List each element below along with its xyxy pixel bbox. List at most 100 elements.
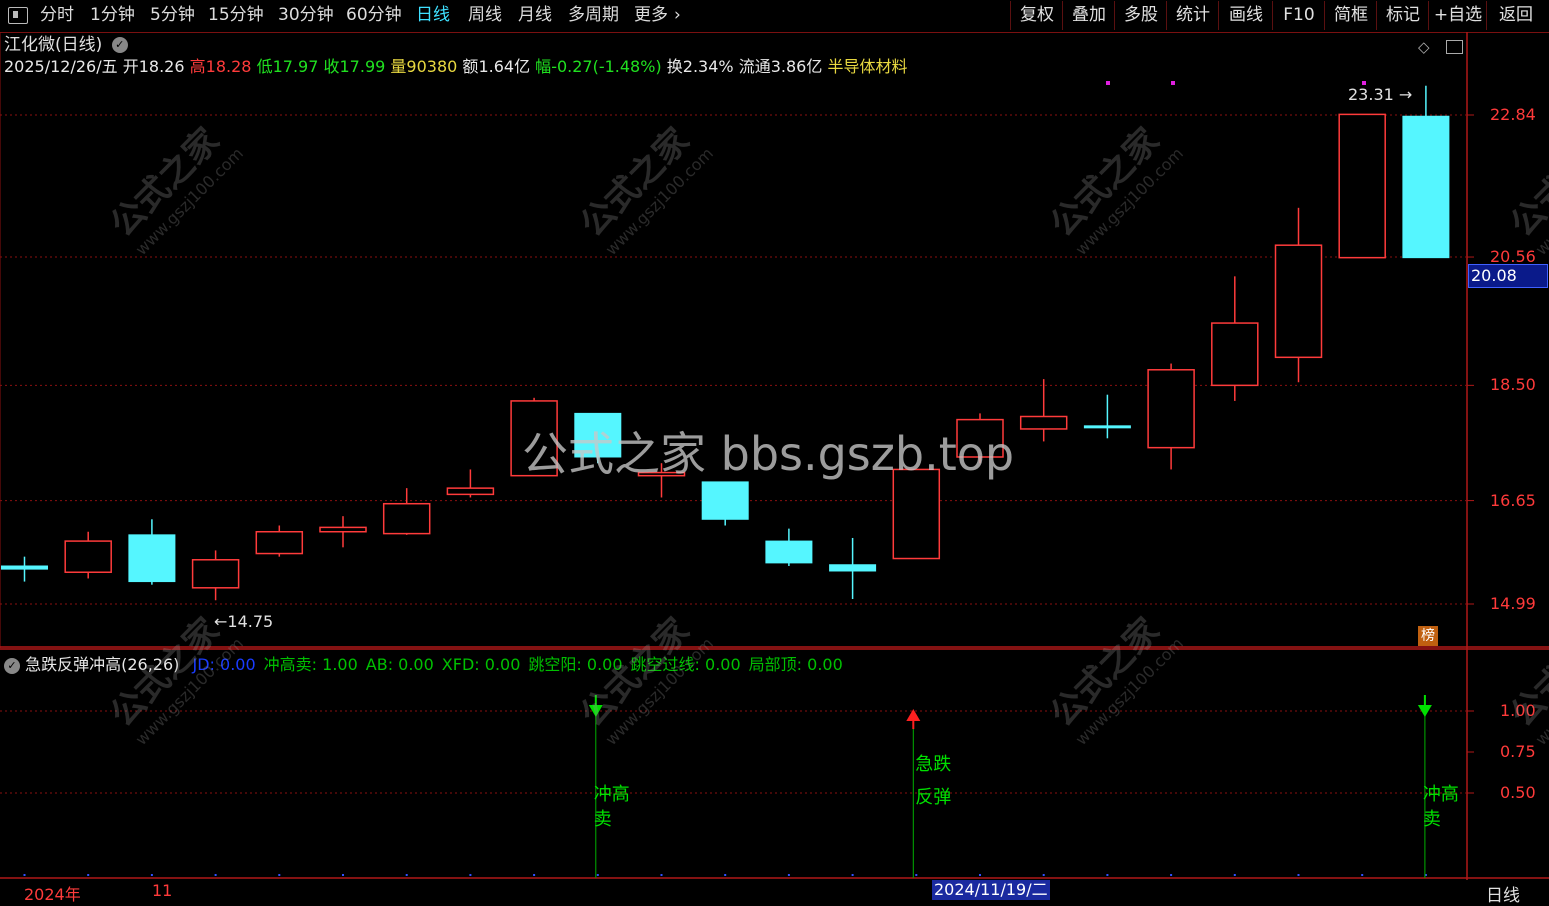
toolbar-button-4[interactable]: 画线 xyxy=(1218,1,1273,30)
candlestick-chart[interactable] xyxy=(0,32,1549,648)
cursor-date-label: 2024/11/19/二 xyxy=(932,880,1050,900)
tab-period-2[interactable]: 5分钟 xyxy=(150,0,195,31)
tab-period-0[interactable]: 分时 xyxy=(40,0,74,31)
more-arrow-icon[interactable]: › xyxy=(674,0,681,31)
toolbar-button-9[interactable]: 返回 xyxy=(1486,1,1545,30)
candle-body xyxy=(1019,415,1068,430)
candle-body xyxy=(64,540,112,573)
candle xyxy=(446,469,495,498)
baseline-dot xyxy=(851,874,854,876)
toolbar-button-1[interactable]: 叠加 xyxy=(1062,1,1115,30)
signal-text: 冲高卖 xyxy=(1422,784,1459,830)
baseline-dot xyxy=(150,874,153,876)
candle-body xyxy=(1338,113,1386,259)
candle-body xyxy=(255,530,304,555)
period-toolbar: 分时 1分钟 5分钟 15分钟 30分钟 60分钟 日线 周线 月线 多周期 更多 › 复权 叠加 多股统… xyxy=(0,0,1549,33)
center-watermark: 公式之家 bbs.gszb.top xyxy=(522,427,1015,481)
indicator-axis-label: 0.50 xyxy=(1500,783,1536,802)
baseline-dot xyxy=(660,874,663,876)
tab-period-4[interactable]: 30分钟 xyxy=(278,0,334,31)
signal-text: 冲高卖 xyxy=(593,784,630,830)
high-annotation: 23.31 → xyxy=(1348,85,1412,104)
candle xyxy=(128,519,176,585)
tab-period-7[interactable]: 周线 xyxy=(468,0,502,31)
tab-period-8[interactable]: 月线 xyxy=(518,0,552,31)
candle xyxy=(1147,363,1195,470)
candle xyxy=(319,516,367,548)
tab-period-10[interactable]: 更多 xyxy=(634,0,668,31)
candle-body xyxy=(1211,322,1259,387)
candle xyxy=(255,525,304,557)
candle-body xyxy=(446,487,495,496)
tab-period-1[interactable]: 1分钟 xyxy=(90,0,135,31)
current-price-tag: 20.08 xyxy=(1468,264,1548,288)
candle xyxy=(1274,207,1323,383)
rank-badge[interactable]: 榜 xyxy=(1418,626,1438,646)
marker-dot xyxy=(1171,81,1175,85)
price-axis-label: 18.50 xyxy=(1490,375,1536,395)
baseline-dot xyxy=(214,874,217,876)
baseline-dot xyxy=(596,874,599,876)
candle xyxy=(1338,113,1386,259)
candle-body xyxy=(128,534,176,583)
marker-dot xyxy=(1106,81,1110,85)
baseline-dot xyxy=(405,874,408,876)
price-axis-label: 22.84 xyxy=(1490,105,1536,124)
arrow-left-icon: ← xyxy=(214,612,228,631)
window-toggle-icon[interactable] xyxy=(8,7,28,24)
low-annotation-value: 14.75 xyxy=(227,612,274,631)
baseline-dot xyxy=(1170,874,1173,876)
toolbar-button-2[interactable]: 多股 xyxy=(1114,1,1167,30)
indicator-axis-label: 0.75 xyxy=(1500,742,1536,761)
baseline-dot xyxy=(342,874,344,876)
candle xyxy=(701,481,749,526)
high-annotation-value: 23.31 xyxy=(1348,85,1394,104)
baseline-dot xyxy=(1106,874,1109,876)
baseline-dot xyxy=(787,874,790,876)
baseline-dot xyxy=(469,874,472,876)
toolbar-button-7[interactable]: 标记 xyxy=(1376,1,1429,30)
tab-period-6[interactable]: 日线 xyxy=(416,0,450,31)
candle-body xyxy=(1402,115,1450,259)
price-axis-label: 14.99 xyxy=(1490,594,1536,613)
candle xyxy=(382,488,431,535)
month-label: 11 xyxy=(152,881,173,900)
baseline-dot xyxy=(1361,874,1364,876)
candle-body xyxy=(1274,244,1323,359)
candle-body xyxy=(1,565,48,570)
tab-period-5[interactable]: 60分钟 xyxy=(346,0,402,31)
toolbar-button-5[interactable]: F10 xyxy=(1272,1,1325,30)
toolbar-button-8[interactable]: +自选 xyxy=(1428,1,1487,30)
candle xyxy=(191,550,240,601)
candle xyxy=(765,528,813,567)
toolbar-button-6[interactable]: 简框 xyxy=(1324,1,1377,30)
indicator-chart[interactable] xyxy=(0,648,1549,900)
signal-text: 急跌反弹 xyxy=(915,754,952,808)
baseline-dot xyxy=(1297,874,1300,876)
candle xyxy=(1,556,48,582)
baseline-dot xyxy=(533,874,536,876)
price-axis-label: 16.65 xyxy=(1490,490,1536,510)
candle xyxy=(829,537,877,600)
baseline-dot xyxy=(87,874,90,876)
candle-body xyxy=(1083,425,1131,429)
candle-body xyxy=(765,540,813,564)
indicator-axis-label: 1.00 xyxy=(1500,701,1536,720)
candle-body xyxy=(829,564,877,572)
baseline-dot xyxy=(979,874,981,876)
candle xyxy=(1083,394,1131,439)
year-label: 2024年 xyxy=(24,885,81,904)
toolbar-button-3[interactable]: 统计 xyxy=(1166,1,1219,30)
tab-period-9[interactable]: 多周期 xyxy=(568,0,619,31)
period-label[interactable]: 日线 xyxy=(1486,881,1520,906)
baseline-dot xyxy=(724,874,727,876)
toolbar-button-0[interactable]: 复权 xyxy=(1010,1,1063,30)
candle-body xyxy=(701,481,749,520)
baseline-dot xyxy=(1042,874,1045,876)
candle-body xyxy=(382,502,431,535)
low-annotation: ←14.75 xyxy=(214,612,273,631)
candle-body xyxy=(191,559,240,589)
tab-period-3[interactable]: 15分钟 xyxy=(208,0,264,31)
candle xyxy=(64,531,112,579)
candle-body xyxy=(319,526,367,533)
